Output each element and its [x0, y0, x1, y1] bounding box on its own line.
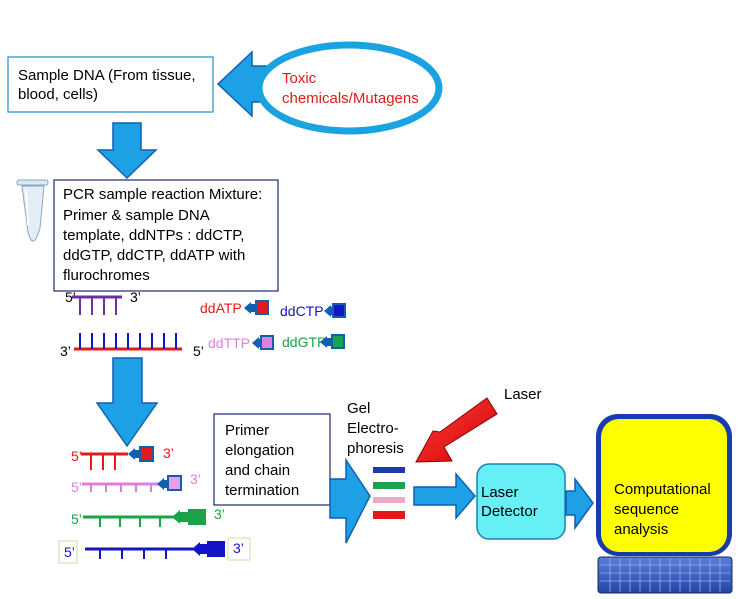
- pcr-line5: flurochromes: [63, 267, 150, 284]
- detector-line1: Laser: [481, 484, 519, 501]
- pcr-line3: template, ddNTPs : ddCTP,: [63, 227, 244, 244]
- arrow-pcr-to-fragments: [95, 357, 159, 448]
- arrow-detector-to-computer: [565, 476, 594, 531]
- template-3-label: 3’: [60, 343, 71, 359]
- ddgtp-fluor-icon: [331, 334, 345, 349]
- gel-bands: [373, 467, 405, 519]
- gel-band-green: [373, 482, 405, 489]
- gel-line2: Electro-: [347, 420, 399, 437]
- template-5-label: 5’: [193, 343, 204, 359]
- pcr-line4: ddGTP, ddCTP, ddATP with: [63, 247, 245, 264]
- fragment-green: 5’ 3’: [71, 506, 225, 527]
- laser-arrow: [415, 397, 498, 463]
- computer-line1: Computational: [614, 481, 711, 498]
- pcr-line1: PCR sample reaction Mixture:: [63, 186, 262, 203]
- fragment1-3-label: 3’: [163, 445, 174, 461]
- fragment3-5-label: 5’: [71, 511, 82, 527]
- ddttp-label-group: ddTTP: [208, 335, 274, 351]
- elongation-line3: and chain: [225, 462, 290, 479]
- fragment2-5-label: 5’: [71, 479, 82, 495]
- pcr-mixture-box: PCR sample reaction Mixture: Primer & sa…: [53, 179, 279, 292]
- keyboard-icon: [597, 556, 733, 594]
- toxic-line2: chemicals/Mutagens: [282, 90, 419, 107]
- ddgtp-label: ddGTP: [282, 334, 326, 350]
- fragment4-3-label: 3’: [233, 540, 244, 556]
- gel-line1: Gel: [347, 400, 370, 417]
- computer-monitor: Computational sequence analysis: [596, 414, 732, 556]
- computer-line2: sequence: [614, 501, 679, 518]
- ddctp-fluor-icon: [332, 303, 346, 318]
- elongation-line4: termination: [225, 482, 299, 499]
- ddatp-fluor-icon: [255, 300, 269, 315]
- ddttp-fluor-icon: [260, 335, 274, 350]
- sample-dna-box: Sample DNA (From tissue, blood, cells): [7, 56, 214, 113]
- arrow-elongation-to-gel: [329, 457, 371, 544]
- gel-band-blue: [373, 467, 405, 473]
- primer-strand: 5’ 3’: [65, 289, 141, 315]
- fragment2-3-label: 3’: [190, 471, 201, 487]
- arrow-sample-to-pcr: [96, 122, 158, 180]
- ddatp-label-group: ddATP: [200, 300, 269, 316]
- fragment4-5-label: 5’: [64, 544, 75, 560]
- elongation-line1: Primer: [225, 422, 269, 439]
- toxic-ellipse: Toxic chemicals/Mutagens: [255, 41, 443, 135]
- fragment3-3-label: 3’: [214, 506, 225, 522]
- laser-label: Laser: [504, 386, 542, 403]
- sample-dna-line2: blood, cells): [18, 86, 98, 103]
- fragment-pink: 5’ 3’: [71, 471, 201, 495]
- fragment-red: 5’ 3’: [71, 445, 174, 470]
- pcr-line2: Primer & sample DNA: [63, 207, 210, 224]
- template-strand: 3’ 5’: [60, 333, 204, 359]
- ddctp-label-group: ddCTP: [280, 303, 346, 319]
- gel-band-red: [373, 511, 405, 519]
- ddatp-label: ddATP: [200, 300, 242, 316]
- computer-line3: analysis: [614, 521, 668, 538]
- sample-dna-line1: Sample DNA (From tissue,: [18, 67, 196, 84]
- gel-line3: phoresis: [347, 440, 404, 457]
- toxic-line1: Toxic: [282, 70, 317, 87]
- ddgtp-label-group: ddGTP: [282, 334, 345, 350]
- primer-3-label: 3’: [130, 289, 141, 305]
- fragment-blue: 5’ 3’: [58, 537, 251, 564]
- detector-line2: Detector: [481, 503, 538, 520]
- laser-detector-box: Laser Detector: [476, 463, 566, 540]
- elongation-line2: elongation: [225, 442, 294, 459]
- elongation-box: Primer elongation and chain termination: [213, 413, 331, 506]
- fragment1-5-label: 5’: [71, 448, 82, 464]
- ddctp-label: ddCTP: [280, 303, 324, 319]
- arrow-gel-to-detector: [413, 471, 476, 521]
- ddttp-label: ddTTP: [208, 335, 250, 351]
- gel-band-pink: [373, 497, 405, 503]
- pcr-tube-icon: [16, 179, 49, 242]
